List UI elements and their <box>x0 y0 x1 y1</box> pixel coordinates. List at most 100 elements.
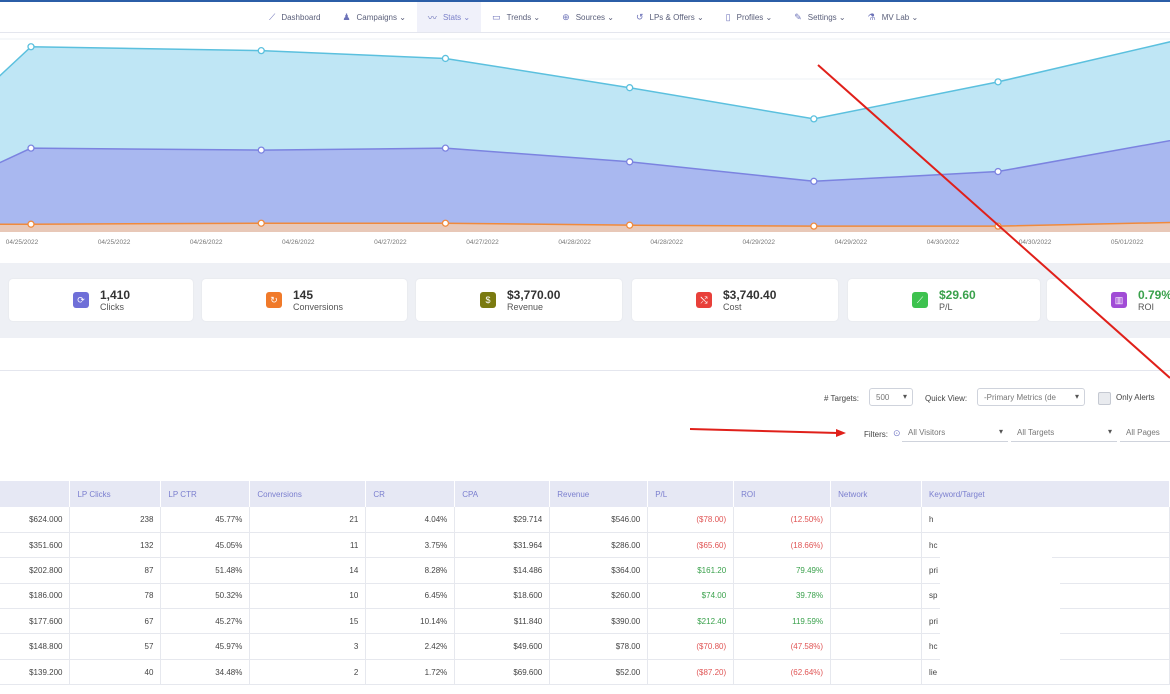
table-cell: (62.64%) <box>733 659 832 686</box>
chart-data-point[interactable] <box>626 221 634 229</box>
only-alerts-checkbox[interactable] <box>1098 392 1111 405</box>
table-cell: $351.600 <box>0 532 71 559</box>
chart-data-point[interactable] <box>994 222 1002 230</box>
column-header[interactable]: LP Clicks <box>69 481 162 507</box>
clicks-icon: ⟳ <box>73 292 89 308</box>
table-cell: 50.32% <box>160 583 251 610</box>
table-cell: $31.964 <box>454 532 551 559</box>
table-cell <box>830 608 923 635</box>
chart-data-point[interactable] <box>810 177 818 185</box>
table-cell <box>830 659 923 686</box>
chevron-down-icon: ▾ <box>1074 392 1079 401</box>
chart-data-point[interactable] <box>27 220 35 228</box>
table-cell: $624.000 <box>0 507 71 533</box>
refresh-icon: ↺ <box>635 11 644 22</box>
table-cell: $139.200 <box>0 659 71 686</box>
column-header[interactable] <box>0 481 71 507</box>
x-tick-label: 04/25/2022 <box>98 239 131 246</box>
chart-data-point[interactable] <box>994 78 1002 86</box>
chart-data-point[interactable] <box>626 158 634 166</box>
summary-card-clicks: ⟳ 1,410 Clicks <box>9 279 193 321</box>
summary-card-cost: ⤭ $3,740.40 Cost <box>632 279 838 321</box>
quick-view-select[interactable]: -Primary Metrics (de ▾ <box>977 388 1085 406</box>
nav-item-label: Stats ⌄ <box>442 12 471 22</box>
chart-data-point[interactable] <box>27 144 35 152</box>
column-header[interactable]: Network <box>830 481 923 507</box>
targets-filter[interactable]: All Targets ▾ <box>1011 424 1117 442</box>
targets-select[interactable]: 500 ▾ <box>869 388 913 406</box>
table-cell: $52.00 <box>549 659 649 686</box>
table-cell: 67 <box>69 608 162 635</box>
summary-value: $29.60 <box>939 288 976 302</box>
table-cell: ($65.60) <box>647 532 735 559</box>
chart-data-point[interactable] <box>27 43 35 51</box>
table-cell: $69.600 <box>454 659 551 686</box>
nav-item-lab[interactable]: ⚗ MV Lab ⌄ <box>857 2 930 32</box>
chart-data-point[interactable] <box>994 167 1002 176</box>
nav-item-document[interactable]: ▯ Profiles ⌄ <box>715 2 784 32</box>
column-header[interactable]: P/L <box>647 481 735 507</box>
table-cell: 3.75% <box>365 532 456 559</box>
table-row[interactable]: $624.000 238 45.77% 21 4.04% $29.714 $546.00 ($… <box>0 507 1170 533</box>
nav-item-refresh[interactable]: ↺ LPs & Offers ⌄ <box>625 2 715 32</box>
chevron-down-icon: ▾ <box>1107 427 1112 436</box>
nav-item-trends[interactable]: ▭ Trends ⌄ <box>481 2 551 32</box>
chart-data-point[interactable] <box>441 54 450 63</box>
table-controls: # Targets: 500 ▾ Quick View: -Primary Me… <box>0 371 1170 481</box>
visitors-filter[interactable]: All Visitors ▾ <box>902 424 1008 442</box>
table-cell: 40 <box>69 659 162 686</box>
nav-item-chart-line[interactable]: ⟋ Dashboard <box>258 2 331 32</box>
chart-data-point[interactable] <box>810 115 818 123</box>
column-header[interactable]: Conversions <box>249 481 367 507</box>
table-cell: $390.00 <box>549 608 649 635</box>
table-cell: 2.42% <box>365 633 456 660</box>
column-header[interactable]: LP CTR <box>160 481 251 507</box>
trends-icon: ▭ <box>492 11 501 22</box>
summary-label: Revenue <box>507 302 544 312</box>
table-cell: 8.28% <box>365 557 456 584</box>
chart-data-point[interactable] <box>257 146 265 154</box>
pages-filter[interactable]: All Pages <box>1120 424 1170 442</box>
quick-view-label: Quick View: <box>925 394 968 403</box>
summary-card-roi: ▥ 0.79% ROI <box>1047 279 1170 321</box>
nav-item-globe[interactable]: ⊕ Sources ⌄ <box>551 2 625 32</box>
column-header[interactable]: CR <box>365 481 456 507</box>
table-cell: (47.58%) <box>733 633 832 660</box>
table-cell: 87 <box>69 557 162 584</box>
chart-data-point[interactable] <box>441 144 450 152</box>
summary-value: $3,770.00 <box>507 288 561 302</box>
summary-label: Conversions <box>293 302 344 312</box>
nav-item-wrench[interactable]: ✎ Settings ⌄ <box>783 2 856 32</box>
chart-line-icon: ⟋ <box>269 11 276 22</box>
quick-view-value: -Primary Metrics (de <box>984 392 1057 402</box>
nav-item-user[interactable]: ♟ Campaigns ⌄ <box>331 2 416 32</box>
table-cell: $177.600 <box>0 608 71 635</box>
chart-data-point[interactable] <box>810 222 818 230</box>
globe-icon: ⊕ <box>562 11 570 22</box>
nav-item-label: MV Lab ⌄ <box>881 12 919 22</box>
nav-item-stats[interactable]: 〰 Stats ⌄ <box>416 2 482 32</box>
table-cell: ($70.80) <box>647 633 735 660</box>
column-header[interactable]: Keyword/Target <box>921 481 1170 507</box>
summary-label: Clicks <box>100 302 124 312</box>
summary-label: P/L <box>939 302 953 312</box>
table-cell: $49.600 <box>454 633 551 660</box>
chart-data-point[interactable] <box>626 84 634 92</box>
column-header[interactable]: Revenue <box>549 481 649 507</box>
table-cell: $78.00 <box>549 633 649 660</box>
table-cell: 57 <box>69 633 162 660</box>
main-navigation: ⟋ Dashboard ♟ Campaigns ⌄ 〰 Stats ⌄ ▭ Trends ⌄ ⊕… <box>0 2 1170 33</box>
chart-data-point[interactable] <box>257 46 265 55</box>
lab-icon: ⚗ <box>867 11 876 22</box>
table-cell: 79.49% <box>733 557 832 584</box>
chart-data-point[interactable] <box>257 219 265 227</box>
column-header[interactable]: CPA <box>454 481 551 507</box>
table-cell: 119.59% <box>733 608 832 635</box>
table-header-row: LP Clicks LP CTR Conversions CR CPA Revenue P/… <box>0 481 1170 507</box>
column-header[interactable]: ROI <box>733 481 832 507</box>
targets-label: # Targets: <box>824 394 859 403</box>
chart-data-point[interactable] <box>441 219 450 227</box>
stats-icon: 〰 <box>427 12 437 23</box>
table-cell <box>830 532 923 559</box>
only-alerts-label: Only Alerts <box>1116 393 1155 402</box>
